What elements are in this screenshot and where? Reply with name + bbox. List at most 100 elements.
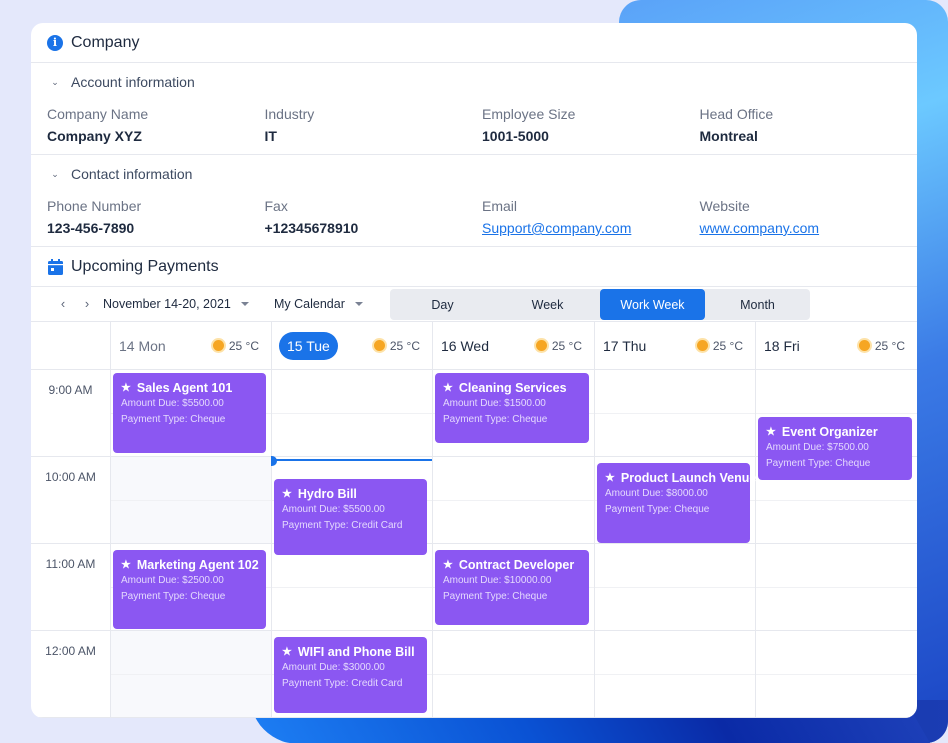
half-hour-divider — [595, 413, 755, 414]
time-slot[interactable] — [271, 544, 432, 631]
main-card: i Company ⌄ Account information Company … — [31, 23, 917, 718]
view-day-button[interactable]: Day — [390, 289, 495, 320]
event-card[interactable]: ★ Cleaning Services Amount Due: $1500.00 Pa… — [435, 373, 589, 443]
field-label: Email — [482, 198, 518, 214]
event-card[interactable]: ★ Sales Agent 101 Amount Due: $5500.00 Paym… — [113, 373, 266, 454]
star-icon: ★ — [282, 488, 292, 501]
time-label: 9:00 AM — [48, 383, 93, 397]
field-label: Phone Number — [47, 198, 142, 214]
field-value: Company XYZ — [47, 128, 142, 144]
event-amount: Amount Due: $2500.00 — [121, 574, 224, 586]
event-card[interactable]: ★ Event Organizer Amount Due: $7500.00 Paym… — [758, 416, 912, 480]
event-title-text: Contract Developer — [458, 557, 575, 572]
day-header[interactable]: 16 Wed 25 °C — [432, 322, 594, 370]
star-icon: ★ — [443, 558, 453, 571]
view-week-button[interactable]: Week — [495, 289, 600, 320]
day-label: 14 Mon — [119, 337, 166, 354]
field-fax: Fax +12345678910 — [265, 197, 483, 239]
day-header[interactable]: 14 Mon 25 °C — [110, 322, 271, 370]
website-link[interactable]: www.company.com — [700, 217, 820, 239]
contact-information-section: ⌄ Contact information Phone Number 123-4… — [31, 155, 917, 247]
time-slot[interactable] — [755, 631, 917, 718]
field-head-office: Head Office Montreal — [700, 105, 918, 147]
calendar-dropdown[interactable]: My Calendar — [274, 297, 363, 311]
star-icon: ★ — [766, 425, 776, 438]
event-card[interactable]: ★ Hydro Bill Amount Due: $5500.00 Payment T… — [274, 479, 427, 555]
event-card[interactable]: ★ Product Launch Venue Amount Due: $8000.0… — [597, 462, 756, 543]
sun-icon — [212, 340, 224, 351]
field-email: Email Support@company.com — [482, 197, 700, 239]
contact-information-title: Contact information — [71, 166, 193, 182]
day-header[interactable]: 17 Thu 25 °C — [594, 322, 755, 370]
company-title: Company — [71, 33, 140, 51]
day-label: 18 Fri — [764, 337, 800, 354]
event-amount: Amount Due: $8000.00 — [605, 487, 708, 499]
field-label: Head Office — [699, 106, 774, 122]
event-title-text: Marketing Agent 102 — [136, 557, 259, 572]
chevron-left-icon[interactable]: ‹ — [56, 296, 70, 311]
caret-down-icon — [354, 302, 363, 306]
day-header[interactable]: 18 Fri 25 °C — [755, 322, 917, 370]
event-card[interactable]: ★ WIFI and Phone Bill Amount Due: $3000.00… — [274, 637, 427, 714]
event-card[interactable]: ★ Marketing Agent 102 Amount Due: $2500.00… — [113, 549, 266, 629]
time-slot[interactable] — [432, 457, 594, 544]
event-title: ★ Product Launch Venue — [605, 471, 756, 486]
contact-information-toggle[interactable]: ⌄ Contact information — [47, 166, 192, 182]
calendar-toolbar: ‹ › November 14-20, 2021 My Calendar Day… — [31, 287, 917, 322]
event-amount: Amount Due: $5500.00 — [282, 504, 385, 516]
event-title: ★ Sales Agent 101 — [121, 381, 258, 396]
half-hour-divider — [595, 587, 755, 588]
event-card[interactable]: ★ Contract Developer Amount Due: $10000.00… — [435, 549, 589, 626]
time-slot[interactable] — [755, 544, 917, 631]
account-information-toggle[interactable]: ⌄ Account information — [47, 74, 195, 90]
calendar-icon — [47, 258, 63, 275]
time-slot[interactable] — [110, 457, 271, 544]
temperature: 25 °C — [228, 338, 259, 353]
time-slot[interactable] — [594, 370, 755, 457]
half-hour-divider — [111, 500, 271, 501]
sun-icon — [858, 340, 870, 351]
event-payment-type: Payment Type: Cheque — [605, 503, 710, 515]
weather: 25 °C — [212, 338, 259, 353]
day-label: 16 Wed — [441, 337, 489, 354]
chevron-right-icon[interactable]: › — [80, 296, 94, 311]
day-header[interactable]: 15 Tue 25 °C — [271, 322, 432, 370]
view-switcher: Day Week Work Week Month — [390, 289, 810, 320]
event-amount: Amount Due: $10000.00 — [443, 574, 552, 586]
account-information-section: ⌄ Account information Company Name Compa… — [31, 63, 917, 155]
event-title: ★ Contract Developer — [443, 558, 581, 573]
star-icon: ★ — [121, 382, 131, 394]
event-payment-type: Payment Type: Cheque — [443, 414, 548, 425]
event-amount: Amount Due: $1500.00 — [443, 398, 546, 409]
time-slot[interactable] — [110, 631, 271, 718]
field-value: +12345678910 — [264, 220, 359, 236]
time-header-corner — [31, 322, 110, 370]
sun-icon — [373, 340, 385, 351]
field-employee-size: Employee Size 1001-5000 — [482, 105, 700, 147]
event-amount: Amount Due: $5500.00 — [121, 398, 224, 409]
temperature: 25 °C — [712, 338, 743, 353]
event-title: ★ Event Organizer — [766, 425, 904, 440]
view-work-week-button[interactable]: Work Week — [600, 289, 705, 320]
event-title: ★ Hydro Bill — [282, 487, 419, 502]
email-link[interactable]: Support@company.com — [482, 217, 631, 239]
date-range-dropdown[interactable]: November 14-20, 2021 — [103, 297, 249, 311]
event-title: ★ Marketing Agent 102 — [121, 557, 259, 573]
time-slot[interactable] — [594, 544, 755, 631]
time-slot[interactable] — [432, 631, 594, 718]
time-slot[interactable] — [594, 631, 755, 718]
time-slot[interactable] — [271, 370, 432, 457]
half-hour-divider — [756, 413, 917, 414]
weather: 25 °C — [696, 338, 743, 353]
info-icon: i — [47, 34, 63, 51]
company-header: i Company — [31, 23, 917, 63]
event-title-text: Product Launch Venue — [620, 470, 757, 485]
view-month-button[interactable]: Month — [705, 289, 810, 320]
half-hour-divider — [756, 587, 917, 588]
field-label: Company Name — [47, 106, 149, 122]
time-label: 12:00 AM — [45, 644, 96, 658]
field-value: Montreal — [699, 128, 758, 144]
event-payment-type: Payment Type: Credit Card — [282, 520, 403, 532]
star-icon: ★ — [443, 382, 453, 394]
event-amount: Amount Due: $3000.00 — [282, 662, 385, 674]
